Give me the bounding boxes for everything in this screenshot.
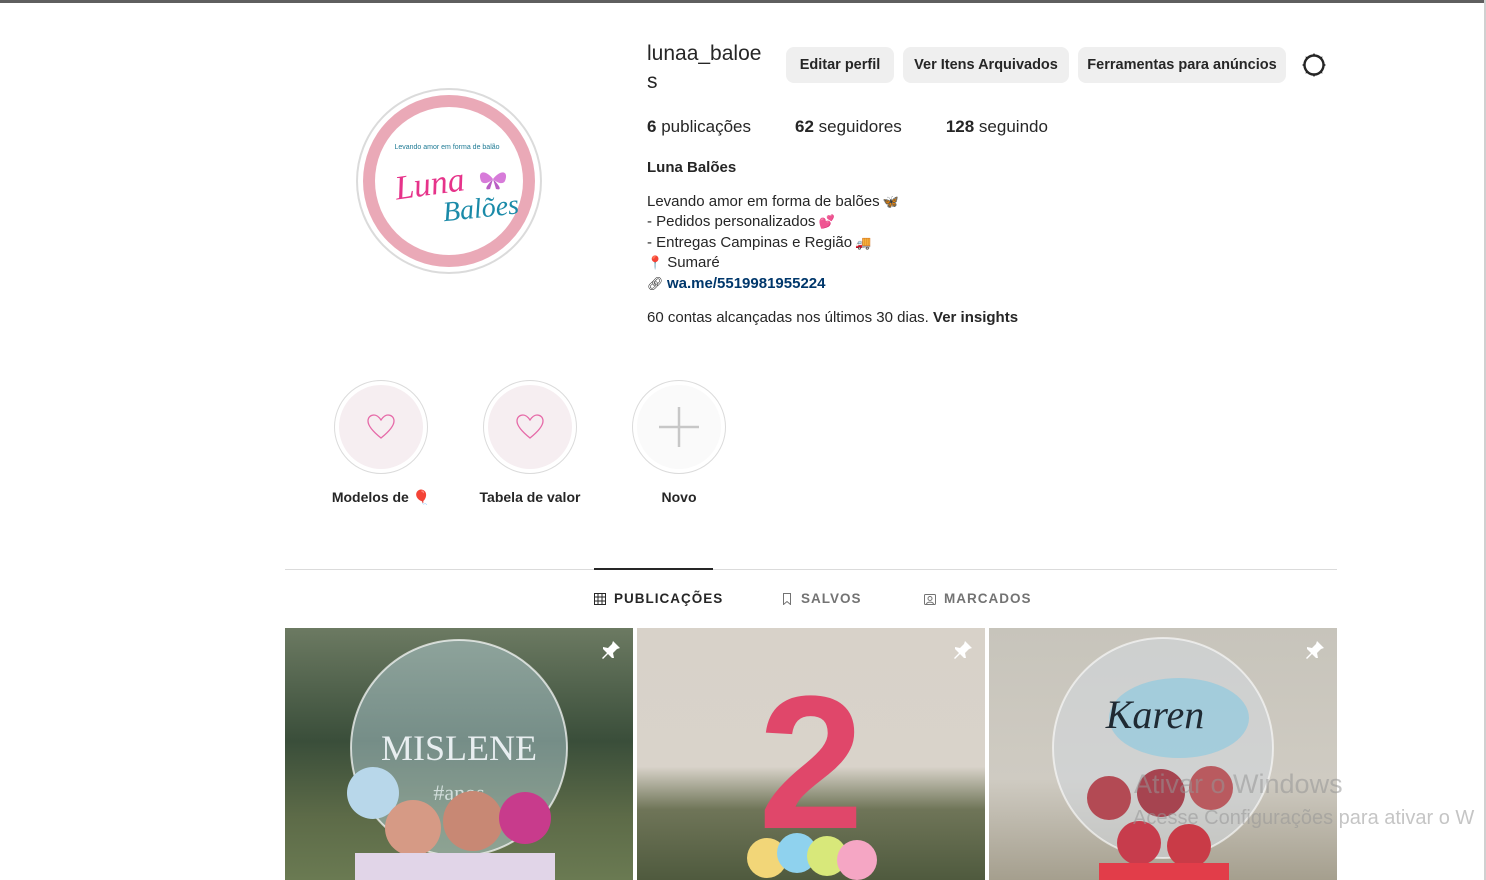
link-icon: 🔗︎ — [647, 275, 664, 291]
avatar-logo: Levando amor em forma de balão Luna Balõ… — [375, 107, 523, 255]
bio-link-row[interactable]: 🔗︎ wa.me/5519981955224 — [647, 274, 899, 294]
post-thumbnail[interactable]: MISLENE #anos — [285, 628, 633, 880]
settings-gear-icon[interactable] — [1300, 51, 1328, 79]
highlight-item[interactable]: Modelos de 🎈 — [316, 380, 446, 506]
view-insights-link[interactable]: Ver insights — [933, 309, 1018, 326]
post-thumbnail[interactable]: 2 — [637, 628, 985, 880]
highlight-label: Modelos de 🎈 — [331, 489, 431, 505]
insights-summary: 60 contas alcançadas nos últimos 30 dias… — [647, 309, 1019, 326]
profile-bio: Levando amor em forma de balões 🦋 - Pedid… — [647, 192, 899, 294]
butterfly-emoji-icon: 🦋 — [882, 194, 899, 209]
post-overlay-text: 2 — [758, 657, 864, 869]
windows-activation-title: Ativar o Windows — [1134, 769, 1343, 799]
pinned-post-icon — [602, 641, 620, 659]
active-tab-indicator — [594, 568, 713, 570]
archived-items-button[interactable]: Ver Itens Arquivados — [903, 47, 1069, 83]
pinned-post-icon — [1306, 641, 1324, 659]
posts-stat: 6 publicações — [647, 117, 751, 136]
bio-line: - Pedidos personalizados 💕 — [647, 213, 835, 231]
bio-line: 📍 Sumaré — [647, 254, 720, 272]
avatar-logo-tagline: Levando amor em forma de balão — [394, 144, 499, 151]
truck-emoji-icon: 🚚 — [855, 234, 872, 250]
butterfly-icon — [479, 172, 507, 190]
highlight-label: Novo — [661, 489, 697, 505]
heart-icon — [516, 414, 544, 439]
ad-tools-button[interactable]: Ferramentas para anúncios — [1078, 47, 1286, 83]
post-overlay-text: Karen — [1105, 692, 1205, 737]
edit-profile-button[interactable]: Editar perfil — [786, 47, 894, 83]
profile-avatar[interactable]: Levando amor em forma de balão Luna Balõ… — [356, 88, 542, 274]
highlight-label: Tabela de valor — [479, 489, 581, 505]
tab-tagged[interactable]: MARCADOS — [924, 591, 1032, 606]
new-highlight-button[interactable]: Novo — [614, 380, 744, 505]
bio-link[interactable]: wa.me/5519981955224 — [667, 275, 825, 292]
profile-stats: 6 publicações 62 seguidores 128 seguindo — [647, 116, 1092, 138]
windows-activation-subtitle: Acesse Configurações para ativar o W — [1133, 807, 1475, 829]
plus-icon — [659, 407, 699, 447]
window-top-border — [0, 0, 1486, 3]
avatar-logo-baloes: Balões — [441, 189, 520, 228]
hearts-emoji-icon: 💕 — [818, 214, 835, 230]
tagged-user-icon — [924, 593, 936, 605]
post-thumbnail[interactable]: Karen — [989, 628, 1337, 880]
bio-line: - Entregas Campinas e Região 🚚 — [647, 233, 872, 251]
post-overlay-text: MISLENE — [381, 728, 537, 768]
following-stat[interactable]: 128 seguindo — [946, 116, 1048, 138]
tab-posts[interactable]: PUBLICAÇÕES — [594, 591, 723, 606]
profile-username: lunaa_baloes — [647, 42, 762, 93]
tabs-divider — [285, 569, 1337, 570]
grid-icon — [594, 592, 606, 605]
highlight-item[interactable]: Tabela de valor — [465, 380, 595, 505]
profile-full-name: Luna Balões — [647, 159, 737, 176]
heart-icon — [367, 414, 395, 439]
bio-line: Levando amor em forma de balões 🦋 — [647, 193, 899, 210]
bookmark-icon — [783, 592, 791, 605]
tab-saved[interactable]: SALVOS — [781, 591, 862, 606]
followers-stat[interactable]: 62 seguidores — [795, 116, 902, 138]
pinned-post-icon — [954, 641, 972, 659]
pin-emoji-icon: 📍 — [647, 255, 664, 271]
